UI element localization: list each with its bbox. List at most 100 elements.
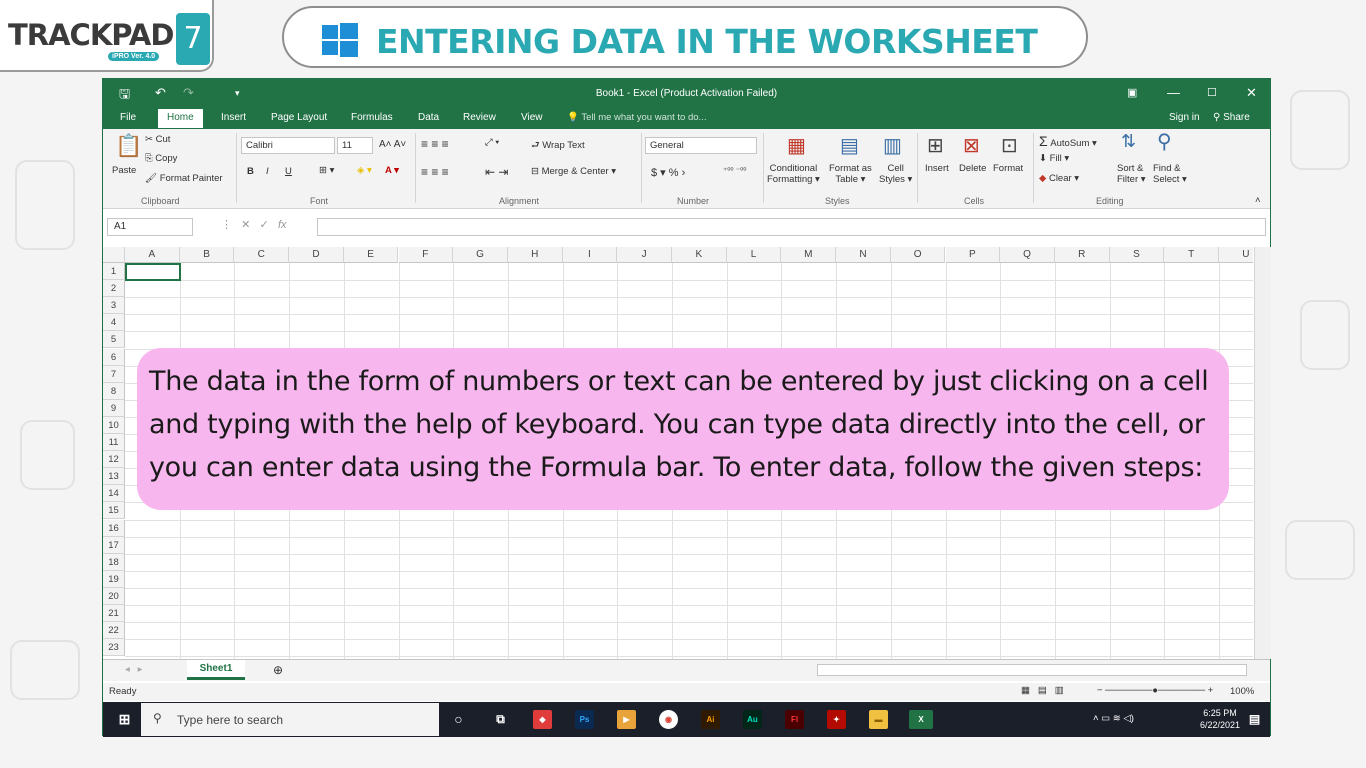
file-explorer-icon[interactable]: ▬ bbox=[869, 710, 888, 729]
sort-filter-icon[interactable]: ⇅ bbox=[1121, 131, 1136, 152]
grow-font-icon[interactable]: A˄ A˅ bbox=[379, 139, 406, 150]
horizontal-scrollbar[interactable] bbox=[817, 664, 1247, 676]
font-name-select[interactable]: Calibri bbox=[241, 137, 335, 154]
row-header[interactable]: 15 bbox=[103, 502, 125, 520]
row-header[interactable]: 9 bbox=[103, 399, 125, 417]
clear-button[interactable]: ◆ Clear ▾ bbox=[1039, 173, 1079, 184]
row-header[interactable]: 16 bbox=[103, 519, 125, 537]
borders-icon[interactable]: ⊞ ▾ bbox=[319, 165, 334, 176]
column-header[interactable]: C bbox=[234, 247, 290, 263]
column-header[interactable]: F bbox=[398, 247, 454, 263]
row-header[interactable]: 7 bbox=[103, 365, 125, 383]
sheet-nav-arrows[interactable]: ◂ ▸ bbox=[125, 664, 142, 675]
active-cell-a1[interactable] bbox=[125, 263, 181, 281]
column-header[interactable]: P bbox=[945, 247, 1001, 263]
row-header[interactable]: 22 bbox=[103, 622, 125, 640]
start-icon[interactable]: ⊞ bbox=[115, 710, 134, 729]
anydesk-icon[interactable]: ◆ bbox=[533, 710, 552, 729]
row-header[interactable]: 3 bbox=[103, 297, 125, 315]
column-header[interactable]: N bbox=[836, 247, 891, 263]
taskbar-clock[interactable]: 6:25 PM 6/22/2021 bbox=[1200, 707, 1240, 731]
row-header[interactable]: 5 bbox=[103, 331, 125, 349]
view-buttons[interactable]: ▦ ▤ ▥ bbox=[1021, 685, 1064, 696]
align-left-icon[interactable]: ≡ ≡ ≡ bbox=[421, 165, 449, 179]
name-box[interactable]: A1 bbox=[107, 218, 193, 236]
column-header[interactable]: S bbox=[1109, 247, 1165, 263]
column-header[interactable]: R bbox=[1054, 247, 1110, 263]
row-header[interactable]: 13 bbox=[103, 468, 125, 486]
paste-icon[interactable]: 📋 bbox=[115, 133, 142, 159]
cut-button[interactable]: ✂ Cut bbox=[145, 134, 170, 145]
top-align-icon[interactable]: ≡ ≡ ≡ bbox=[421, 137, 449, 151]
row-header[interactable]: 8 bbox=[103, 382, 125, 400]
row-header[interactable]: 11 bbox=[103, 434, 125, 451]
taskbar-search[interactable]: ⚲ Type here to search bbox=[141, 703, 439, 736]
collapse-ribbon-icon[interactable]: ˄ bbox=[1255, 195, 1261, 206]
fill-color-icon[interactable]: ◈ ▾ bbox=[357, 165, 372, 176]
column-header[interactable]: I bbox=[562, 247, 618, 263]
tab-formulas[interactable]: Formulas bbox=[351, 112, 393, 123]
find-select-button[interactable]: Find & Select ▾ bbox=[1153, 163, 1187, 185]
conditional-formatting-button[interactable]: Conditional Formatting ▾ bbox=[767, 163, 820, 185]
task-view-icon[interactable]: ⧉ bbox=[491, 710, 510, 729]
row-header[interactable]: 19 bbox=[103, 570, 125, 588]
column-header[interactable]: L bbox=[726, 247, 782, 263]
row-header[interactable]: 6 bbox=[103, 348, 125, 366]
row-header[interactable]: 21 bbox=[103, 605, 125, 622]
tab-review[interactable]: Review bbox=[463, 112, 496, 123]
bold-icon[interactable]: B bbox=[247, 166, 254, 177]
autosum-button[interactable]: Σ AutoSum ▾ bbox=[1039, 133, 1097, 149]
maximize-icon[interactable]: ☐ bbox=[1207, 86, 1217, 99]
column-header[interactable]: K bbox=[672, 247, 727, 263]
tab-insert[interactable]: Insert bbox=[221, 112, 246, 123]
acrobat-icon[interactable]: ✦ bbox=[827, 710, 846, 729]
ribbon-display-icon[interactable]: ▣ bbox=[1127, 86, 1137, 99]
indent-icon[interactable]: ⇤ ⇥ bbox=[485, 165, 508, 179]
insert-cells-icon[interactable]: ⊞ bbox=[927, 133, 944, 158]
share-button[interactable]: ⚲ Share bbox=[1213, 112, 1250, 123]
system-tray-icons[interactable]: ˄ ▭ ≋ ◁) bbox=[1093, 713, 1134, 724]
accounting-icon[interactable]: $ ▾ % › bbox=[651, 166, 685, 179]
cell-styles-icon[interactable]: ▥ bbox=[883, 133, 902, 158]
tell-me-search[interactable]: 💡 Tell me what you want to do... bbox=[567, 112, 706, 123]
delete-cells-button[interactable]: Delete bbox=[959, 163, 986, 174]
tab-view[interactable]: View bbox=[521, 112, 543, 123]
wrap-text-button[interactable]: ⮐ Wrap Text bbox=[531, 138, 585, 154]
column-header[interactable]: A bbox=[125, 247, 180, 263]
audition-icon[interactable]: Au bbox=[743, 710, 762, 729]
row-header[interactable]: 4 bbox=[103, 314, 125, 332]
zoom-slider[interactable]: − ───────●─────── + bbox=[1097, 685, 1213, 696]
column-header[interactable]: G bbox=[453, 247, 508, 263]
format-cells-icon[interactable]: ⊡ bbox=[1001, 133, 1018, 158]
flash-icon[interactable]: Fl bbox=[785, 710, 804, 729]
column-header[interactable]: Q bbox=[1000, 247, 1055, 263]
number-format-select[interactable]: General bbox=[645, 137, 757, 154]
column-header[interactable]: B bbox=[179, 247, 235, 263]
format-as-table-icon[interactable]: ▤ bbox=[840, 133, 859, 158]
delete-cells-icon[interactable]: ⊠ bbox=[963, 133, 980, 158]
column-header[interactable]: U bbox=[1219, 247, 1253, 263]
row-header[interactable]: 1 bbox=[103, 263, 125, 280]
close-icon[interactable]: ✕ bbox=[1246, 85, 1257, 101]
font-color-icon[interactable]: A ▾ bbox=[385, 165, 399, 176]
excel-taskbar-icon[interactable]: X bbox=[909, 710, 933, 729]
column-header[interactable]: D bbox=[289, 247, 344, 263]
formula-input[interactable] bbox=[317, 218, 1266, 236]
conditional-formatting-icon[interactable]: ▦ bbox=[787, 133, 806, 158]
orientation-icon[interactable]: ⤢ ▾ bbox=[485, 137, 499, 148]
tab-home[interactable]: Home bbox=[158, 109, 203, 128]
column-header[interactable]: O bbox=[890, 247, 946, 263]
tab-data[interactable]: Data bbox=[418, 112, 439, 123]
fill-button[interactable]: ⬇ Fill ▾ bbox=[1039, 153, 1069, 164]
row-header[interactable]: 18 bbox=[103, 553, 125, 571]
column-header[interactable]: E bbox=[343, 247, 399, 263]
italic-icon[interactable]: I bbox=[266, 166, 269, 177]
cortana-icon[interactable]: ○ bbox=[449, 710, 468, 729]
format-as-table-button[interactable]: Format as Table ▾ bbox=[829, 163, 872, 185]
vertical-scrollbar[interactable] bbox=[1254, 247, 1271, 659]
sort-filter-button[interactable]: Sort & Filter ▾ bbox=[1117, 163, 1146, 185]
column-header[interactable]: M bbox=[781, 247, 837, 263]
select-all-corner[interactable] bbox=[103, 247, 125, 263]
column-header[interactable]: T bbox=[1164, 247, 1219, 263]
notifications-icon[interactable]: ▤ bbox=[1245, 710, 1264, 729]
